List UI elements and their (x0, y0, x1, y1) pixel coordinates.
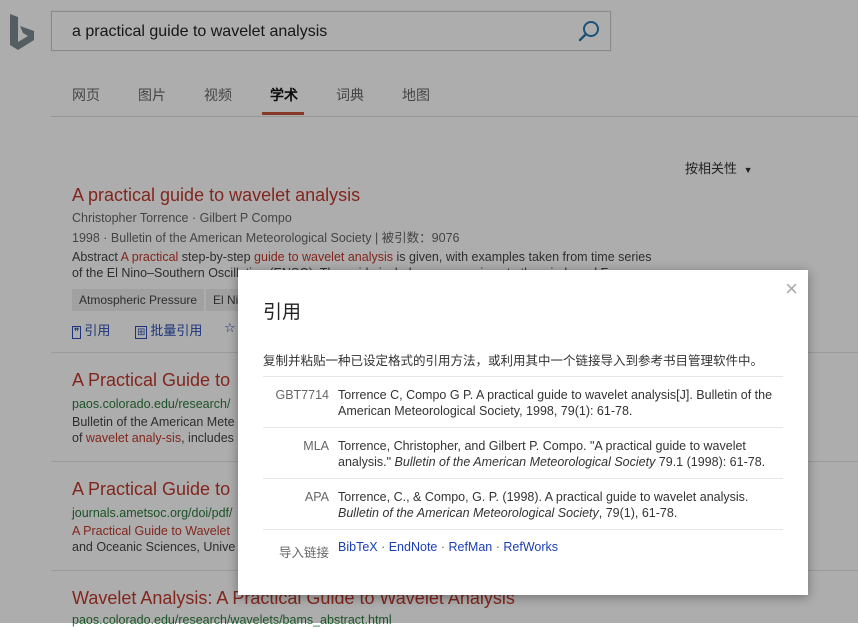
row-divider (263, 529, 783, 530)
citation-plain: Torrence, C., & Compo, G. P. (1998). A p… (338, 490, 749, 504)
citation-plain: Torrence C, Compo G P. A practical guide… (338, 388, 773, 418)
row-divider (263, 427, 783, 428)
citation-text[interactable]: Torrence, Christopher, and Gilbert P. Co… (338, 438, 788, 470)
citation-journal: Bulletin of the American Meteorological … (394, 455, 656, 469)
dialog-title: 引用 (263, 302, 302, 323)
row-divider (263, 376, 783, 377)
citation-plain: 79.1 (1998): 61-78. (655, 455, 766, 469)
refworks-link[interactable]: RefWorks (503, 540, 558, 554)
close-icon[interactable]: × (785, 276, 798, 302)
dialog-description: 复制并粘贴一种已设定格式的引用方法，或利用其中一个链接导入到参考书目管理软件中。 (263, 354, 764, 368)
citation-dialog: × 引用 复制并粘贴一种已设定格式的引用方法，或利用其中一个链接导入到参考书目管… (238, 270, 808, 595)
import-links-label: 导入链接 (278, 546, 329, 560)
citation-journal: Bulletin of the American Meteorological … (338, 506, 599, 520)
citation-format-label: GBT7714 (275, 388, 329, 402)
endnote-link[interactable]: EndNote (389, 540, 438, 554)
row-divider (263, 478, 783, 479)
citation-text[interactable]: Torrence, C., & Compo, G. P. (1998). A p… (338, 489, 788, 521)
citation-plain: , 79(1), 61-78. (598, 506, 678, 520)
citation-format-label: MLA (303, 439, 329, 453)
import-links: BibTeX · EndNote · RefMan · RefWorks (338, 540, 559, 554)
citation-text[interactable]: Torrence C, Compo G P. A practical guide… (338, 387, 788, 419)
refman-link[interactable]: RefMan (448, 540, 492, 554)
bibtex-link[interactable]: BibTeX (338, 540, 378, 554)
citation-format-label: APA (304, 490, 329, 504)
